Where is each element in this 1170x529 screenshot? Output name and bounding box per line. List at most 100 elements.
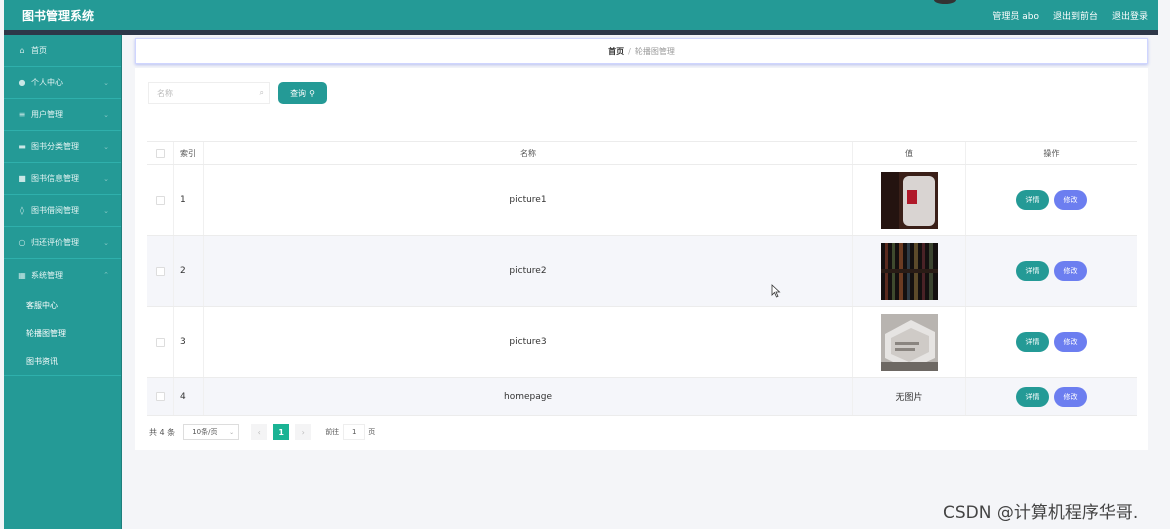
row-value [853, 307, 966, 377]
col-value: 值 [853, 142, 966, 164]
row-name: picture2 [204, 236, 853, 306]
sidebar-subitem-service[interactable]: 客服中心 [4, 291, 121, 319]
sidebar-item-book-category[interactable]: ▬ 图书分类管理 ⌄ [4, 131, 121, 163]
category-icon: ▬ [18, 142, 26, 151]
sidebar: ⌂ 首页 ● 个人中心 ⌄ ≡ 用户管理 ⌄ ▬ 图书分类管理 ⌄ ■ 图书信息… [4, 35, 122, 529]
table-row: 2 picture2 详情 修改 [147, 236, 1137, 307]
sidebar-item-users[interactable]: ≡ 用户管理 ⌄ [4, 99, 121, 131]
sidebar-item-label: 首页 [31, 46, 47, 55]
home-icon: ⌂ [19, 46, 25, 55]
row-checkbox[interactable] [155, 195, 165, 205]
row-actions: 详情 修改 [966, 236, 1137, 306]
sidebar-item-label: 图书信息管理 [31, 174, 79, 183]
circle-icon: ○ [18, 238, 26, 247]
table-header: 索引 名称 值 操作 [147, 141, 1137, 165]
sidebar-item-home[interactable]: ⌂ 首页 [4, 35, 121, 67]
sidebar-item-label: 用户管理 [31, 110, 63, 119]
select-all-checkbox[interactable] [155, 148, 165, 158]
user-icon: ● [18, 78, 26, 87]
row-name: picture1 [204, 165, 853, 235]
sidebar-item-label: 系统管理 [31, 270, 63, 280]
list-icon: ≡ [18, 110, 26, 119]
row-index: 1 [174, 165, 204, 235]
breadcrumb-current: 轮播图管理 [634, 46, 675, 56]
page-size-select[interactable]: 10条/页 ⌄ [183, 424, 240, 440]
sidebar-subitem-carousel[interactable]: 轮播图管理 [4, 319, 121, 347]
goto-label: 前往 [325, 428, 340, 436]
breadcrumb-separator: / [628, 46, 631, 56]
goto-page-input[interactable]: 1 [343, 424, 366, 440]
row-actions: 详情 修改 [966, 378, 1137, 415]
search-icon: ⌕ [259, 88, 264, 97]
thumbnail-image[interactable] [880, 171, 938, 229]
row-actions: 详情 修改 [966, 165, 1137, 235]
app-title: 图书管理系统 [22, 8, 95, 23]
sidebar-subitem-news[interactable]: 图书资讯 [4, 347, 121, 375]
breadcrumb-home[interactable]: 首页 [608, 46, 624, 57]
row-index: 4 [174, 378, 204, 415]
sidebar-item-book-info[interactable]: ■ 图书信息管理 ⌄ [4, 163, 121, 195]
chevron-up-icon: ⌃ [103, 271, 109, 279]
row-checkbox[interactable] [155, 266, 165, 276]
detail-button[interactable]: 详情 [1016, 261, 1049, 281]
query-button[interactable]: 查询 ⚲ [278, 82, 327, 104]
col-index: 索引 [174, 142, 204, 164]
row-check-cell [147, 165, 174, 235]
prev-page-button[interactable]: ‹ [251, 424, 268, 440]
sidebar-item-label: 图书借阅管理 [31, 206, 79, 215]
mouse-cursor-icon [771, 284, 781, 298]
sidebar-item-profile[interactable]: ● 个人中心 ⌄ [4, 67, 121, 99]
edit-button[interactable]: 修改 [1054, 190, 1087, 210]
edit-button[interactable]: 修改 [1054, 261, 1087, 281]
detail-button[interactable]: 详情 [1016, 386, 1049, 407]
search-icon: ⚲ [309, 88, 315, 98]
row-value [853, 236, 966, 306]
chevron-down-icon: ⌄ [103, 206, 109, 215]
top-bar: 图书管理系统 管理员 abo 退出到前台 退出登录 [4, 0, 1158, 30]
thumbnail-image[interactable] [880, 313, 938, 371]
user-label: 管理员 abo [992, 11, 1039, 22]
row-index: 2 [174, 236, 204, 306]
chevron-left-icon: ‹ [257, 427, 261, 437]
row-name: homepage [204, 378, 853, 415]
chevron-down-icon: ⌄ [103, 174, 109, 183]
book-icon: ■ [18, 174, 26, 183]
to-front-link[interactable]: 退出到前台 [1053, 9, 1098, 22]
top-actions: 管理员 abo 退出到前台 退出登录 [992, 9, 1158, 22]
detail-button[interactable]: 详情 [1016, 190, 1049, 210]
chevron-right-icon: › [301, 427, 305, 437]
chevron-down-icon: ⌄ [103, 142, 109, 151]
page-size-value: 10条/页 [192, 428, 218, 436]
edit-button[interactable]: 修改 [1054, 386, 1087, 407]
next-page-button[interactable]: › [295, 424, 312, 440]
row-checkbox[interactable] [155, 392, 165, 401]
sidebar-item-borrow[interactable]: ◊ 图书借阅管理 ⌄ [4, 195, 121, 227]
row-checkbox[interactable] [155, 337, 165, 347]
row-index: 3 [174, 307, 204, 377]
sidebar-item-return-review[interactable]: ○ 归还评价管理 ⌄ [4, 227, 121, 259]
search-input[interactable]: 名称 ⌕ [148, 82, 270, 104]
edit-button[interactable]: 修改 [1054, 332, 1087, 352]
row-name: picture3 [204, 307, 853, 377]
logout-link[interactable]: 退出登录 [1112, 9, 1148, 22]
select-all-cell [147, 142, 174, 164]
sidebar-item-label: 归还评价管理 [31, 238, 79, 247]
page-number-current[interactable]: 1 [273, 424, 290, 440]
total-count: 共 4 条 [149, 427, 176, 437]
table-row: 1 picture1 详情 修改 [147, 165, 1137, 236]
thumbnail-image[interactable] [880, 242, 938, 300]
detail-button[interactable]: 详情 [1016, 332, 1049, 352]
chevron-down-icon: ⌄ [103, 110, 109, 119]
row-check-cell [147, 307, 174, 377]
row-check-cell [147, 236, 174, 306]
row-value: 无图片 [853, 378, 966, 415]
search-placeholder: 名称 [157, 88, 173, 98]
chevron-down-icon: ⌄ [103, 238, 109, 247]
system-icon: ▦ [18, 270, 26, 280]
row-actions: 详情 修改 [966, 307, 1137, 377]
sidebar-item-system[interactable]: ▦ 系统管理 ⌃ [4, 259, 121, 291]
carousel-table: 索引 名称 值 操作 1 picture1 详情 修改 2 picture2 详… [147, 141, 1137, 416]
sidebar-item-label: 个人中心 [31, 78, 63, 87]
row-value [853, 165, 966, 235]
table-row: 4 homepage 无图片 详情 修改 [147, 378, 1137, 416]
